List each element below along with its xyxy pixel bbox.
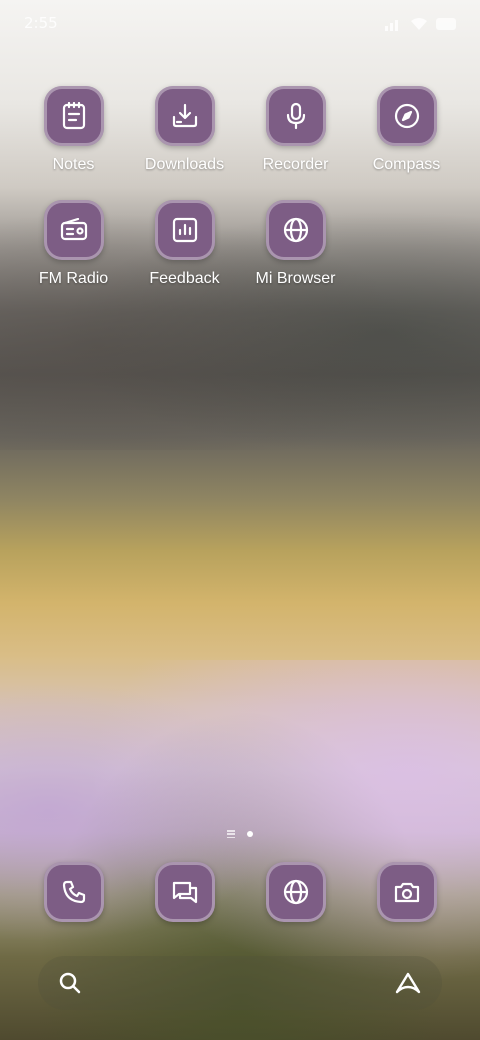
dock-camera[interactable]: [351, 862, 462, 922]
home-screen: 2:55 Notes Downloads Recorder Compass FM…: [0, 0, 480, 1040]
page-indicator[interactable]: [0, 830, 480, 838]
app-label: Recorder: [262, 156, 329, 173]
download-icon[interactable]: [154, 86, 215, 146]
app-compass[interactable]: Compass: [351, 86, 462, 174]
microphone-icon[interactable]: [265, 86, 326, 146]
assistant-icon[interactable]: [394, 971, 422, 995]
search-bar[interactable]: [38, 956, 442, 1010]
app-drawer-indicator-icon: [227, 830, 235, 838]
app-label: Feedback: [149, 270, 220, 287]
status-time: 2:55: [24, 14, 58, 32]
messages-icon[interactable]: [154, 862, 215, 922]
app-grid: Notes Downloads Recorder Compass FM Radi…: [18, 86, 462, 288]
notes-icon[interactable]: [43, 86, 104, 146]
status-icons: [384, 14, 456, 34]
bar-chart-icon[interactable]: [154, 200, 215, 260]
app-mi-browser[interactable]: Mi Browser: [240, 200, 351, 288]
camera-icon[interactable]: [376, 862, 437, 922]
compass-icon[interactable]: [376, 86, 437, 146]
app-label: Notes: [52, 156, 95, 173]
battery-icon: [436, 18, 456, 30]
wifi-icon: [411, 18, 427, 30]
app-feedback[interactable]: Feedback: [129, 200, 240, 288]
app-label: FM Radio: [38, 270, 109, 287]
page-dot: [247, 831, 253, 837]
dock-phone[interactable]: [18, 862, 129, 922]
dock-browser[interactable]: [240, 862, 351, 922]
app-downloads[interactable]: Downloads: [129, 86, 240, 174]
app-label: Compass: [372, 156, 441, 173]
globe-icon[interactable]: [265, 862, 326, 922]
globe-icon[interactable]: [265, 200, 326, 260]
signal-icon: [385, 20, 398, 31]
app-fm-radio[interactable]: FM Radio: [18, 200, 129, 288]
search-icon[interactable]: [58, 971, 82, 995]
dock-messages[interactable]: [129, 862, 240, 922]
phone-icon[interactable]: [43, 862, 104, 922]
status-bar: 2:55: [24, 14, 456, 34]
app-notes[interactable]: Notes: [18, 86, 129, 174]
app-label: Downloads: [144, 156, 225, 173]
dock: [18, 862, 462, 922]
radio-icon[interactable]: [43, 200, 104, 260]
app-recorder[interactable]: Recorder: [240, 86, 351, 174]
app-label: Mi Browser: [255, 270, 336, 287]
